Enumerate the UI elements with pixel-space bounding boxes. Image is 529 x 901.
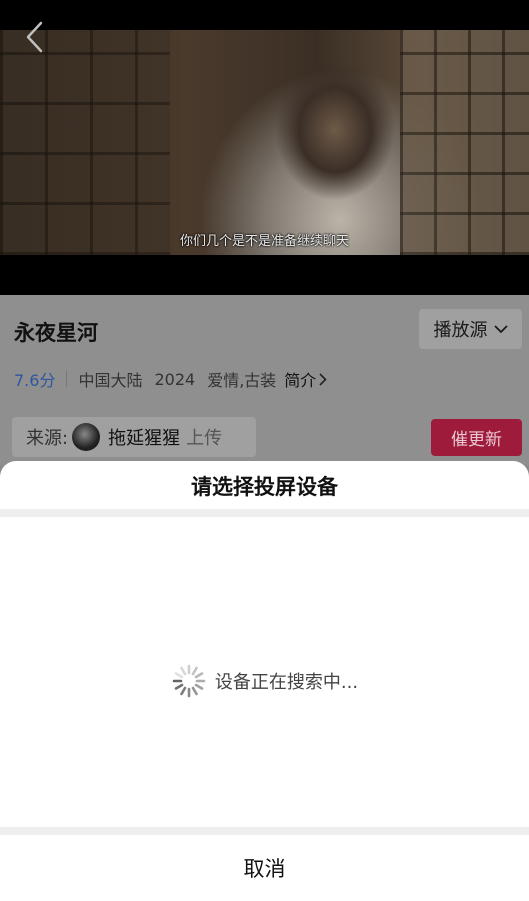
meta-divider: [66, 371, 68, 387]
video-subtitle: 你们几个是不是准备继续聊天: [179, 234, 349, 249]
sheet-title: 请选择投屏设备: [191, 475, 338, 499]
uploader-name: 拖延猩猩: [108, 428, 181, 449]
show-year: 2024: [154, 369, 196, 389]
urge-update-button[interactable]: 催更新: [431, 419, 522, 456]
source-label: 来源:: [26, 428, 69, 449]
sheet-divider-bottom: [0, 827, 529, 835]
show-meta: 7.6分 中国大陆 2024 爱情,古装 简介: [14, 367, 327, 391]
video-background-right: [400, 30, 529, 255]
uploaded-label: 上传: [186, 428, 223, 449]
source-select-button[interactable]: 播放源: [419, 309, 522, 349]
avatar: [72, 423, 101, 451]
video-background-left: [0, 30, 170, 255]
show-region: 中国大陆: [78, 371, 143, 390]
video-player[interactable]: 你们几个是不是准备继续聊天: [0, 0, 529, 295]
cast-device-sheet: 请选择投屏设备 设备正在搜索中... 取消: [0, 461, 529, 901]
source-button-label: 播放源: [433, 320, 488, 341]
chevron-right-icon: [319, 372, 327, 386]
searching-status: 设备正在搜索中...: [0, 663, 529, 699]
sheet-divider: [0, 509, 529, 517]
show-info-panel: 永夜星河 播放源 7.6分 中国大陆 2024 爱情,古装 简介 来源: 拖延猩…: [0, 295, 529, 465]
show-score: 7.6分: [14, 371, 56, 390]
back-chevron-icon[interactable]: [22, 20, 48, 54]
show-genres: 爱情,古装: [207, 371, 277, 390]
chevron-down-icon: [493, 325, 508, 334]
cancel-button[interactable]: 取消: [0, 835, 529, 901]
spinner-icon: [172, 664, 206, 698]
show-title: 永夜星河: [14, 321, 98, 345]
intro-link[interactable]: 简介: [284, 367, 327, 391]
intro-link-label: 简介: [284, 371, 317, 390]
video-frame: [0, 30, 529, 255]
uploader-badge[interactable]: 来源: 拖延猩猩 上传: [12, 417, 256, 457]
searching-text: 设备正在搜索中...: [214, 672, 359, 693]
